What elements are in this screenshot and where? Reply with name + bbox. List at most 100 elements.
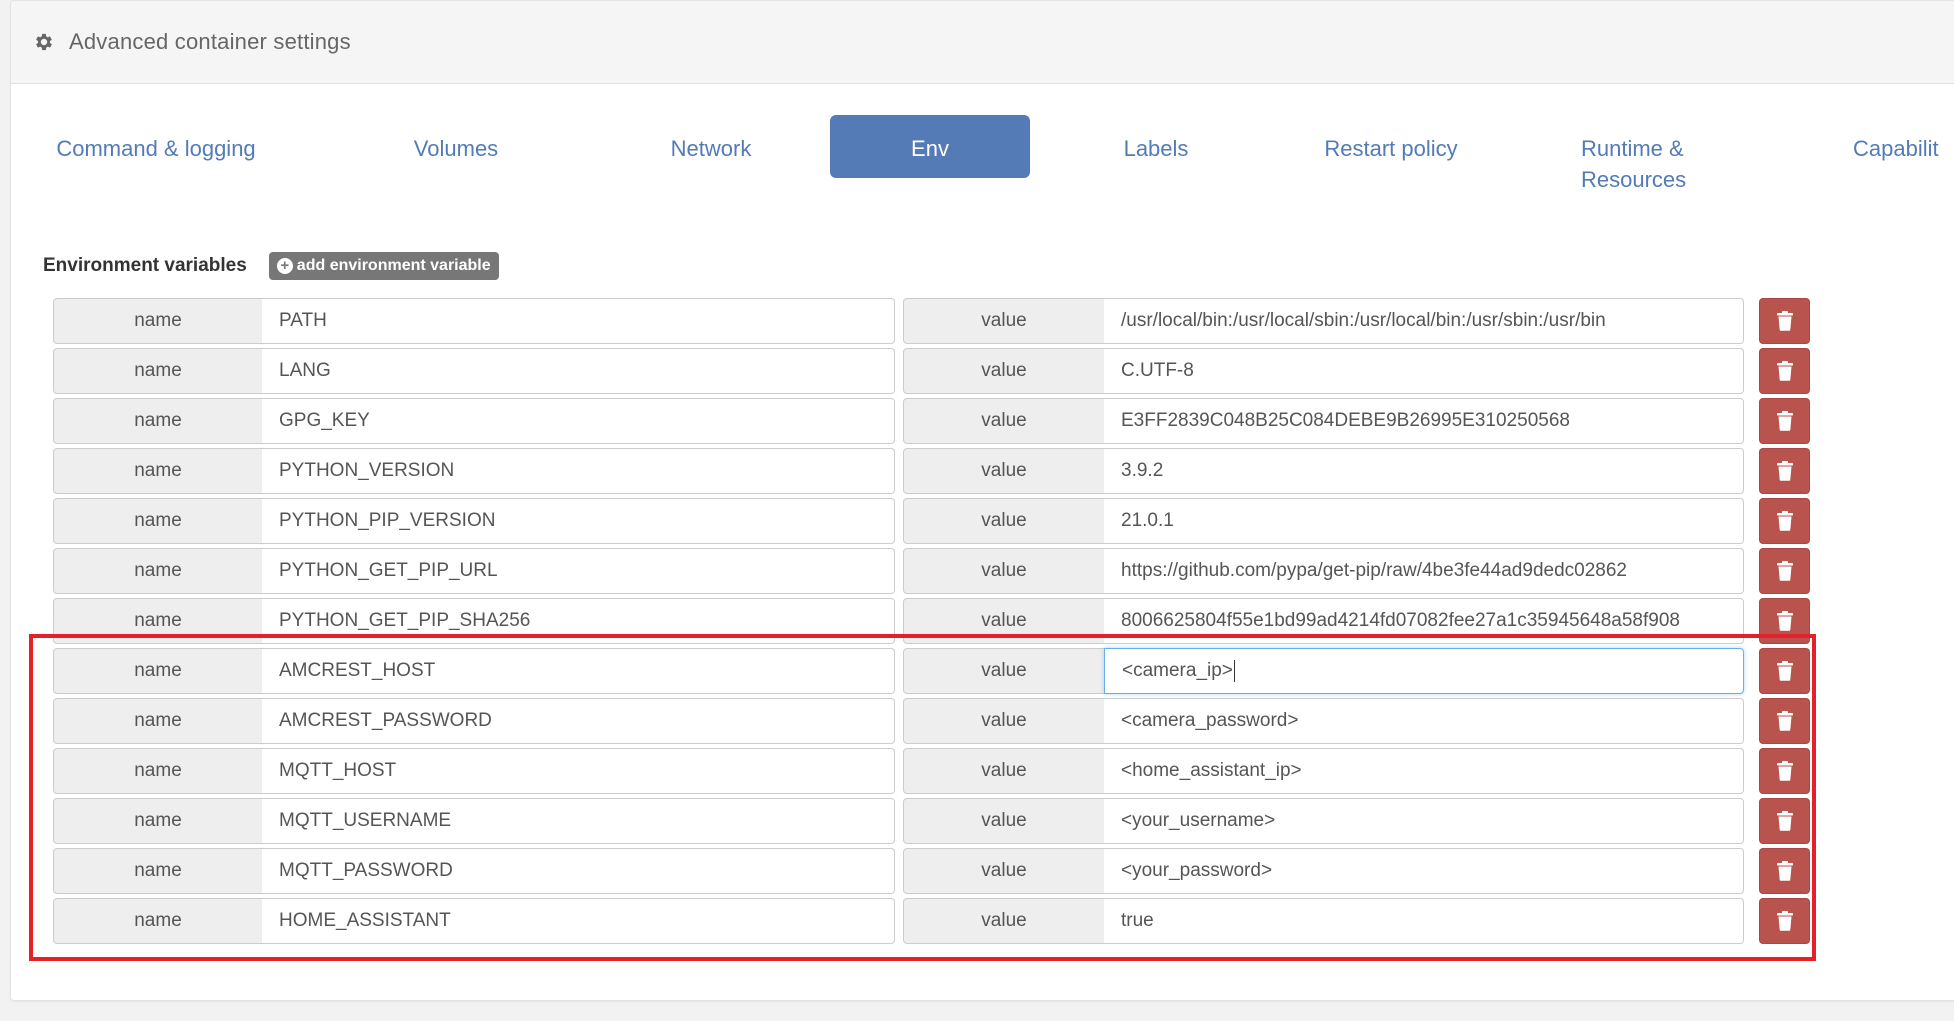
env-value-value: https://github.com/pypa/get-pip/raw/4be3… bbox=[1121, 560, 1627, 581]
env-value-input[interactable]: <home_assistant_ip> bbox=[1104, 748, 1744, 794]
panel-header[interactable]: Advanced container settings bbox=[11, 1, 1954, 84]
env-value-input[interactable]: <camera_ip> bbox=[1104, 648, 1744, 694]
tab-labels[interactable]: Labels bbox=[1091, 115, 1221, 178]
value-label: value bbox=[903, 448, 1105, 494]
name-label-text: name bbox=[134, 410, 182, 431]
name-label: name bbox=[53, 598, 263, 644]
name-label-text: name bbox=[134, 760, 182, 781]
tab-capabilities[interactable]: Capabilit bbox=[1853, 115, 1954, 178]
trash-icon bbox=[1776, 411, 1793, 431]
env-variable-row: name LANG value C.UTF-8 bbox=[43, 348, 1823, 394]
env-name-value: GPG_KEY bbox=[279, 410, 370, 431]
env-value-value: 21.0.1 bbox=[1121, 510, 1174, 531]
env-name-input[interactable]: HOME_ASSISTANT bbox=[262, 898, 895, 944]
name-label: name bbox=[53, 348, 263, 394]
env-value-value: <camera_ip> bbox=[1122, 660, 1233, 681]
trash-icon bbox=[1776, 811, 1793, 831]
name-label: name bbox=[53, 748, 263, 794]
env-name-input[interactable]: LANG bbox=[262, 348, 895, 394]
add-environment-variable-button[interactable]: + add environment variable bbox=[268, 252, 499, 280]
value-label: value bbox=[903, 748, 1105, 794]
add-button-label: add environment variable bbox=[296, 257, 491, 274]
value-label: value bbox=[903, 548, 1105, 594]
env-value-input[interactable]: <your_username> bbox=[1104, 798, 1744, 844]
env-name-input[interactable]: PATH bbox=[262, 298, 895, 344]
env-name-input[interactable]: PYTHON_GET_PIP_URL bbox=[262, 548, 895, 594]
trash-icon bbox=[1776, 611, 1793, 631]
env-value-input[interactable]: true bbox=[1104, 898, 1744, 944]
env-value-input[interactable]: <camera_password> bbox=[1104, 698, 1744, 744]
env-variable-row: name MQTT_HOST value <home_assistant_ip> bbox=[43, 748, 1823, 794]
trash-icon bbox=[1776, 661, 1793, 681]
env-value-input[interactable]: 8006625804f55e1bd99ad4214fd07082fee27a1c… bbox=[1104, 598, 1744, 644]
remove-variable-button[interactable] bbox=[1759, 648, 1810, 694]
remove-variable-button[interactable] bbox=[1759, 348, 1810, 394]
value-label: value bbox=[903, 598, 1105, 644]
name-label-text: name bbox=[134, 510, 182, 531]
env-variable-list: name PATH value /usr/local/bin:/usr/loca… bbox=[43, 298, 1823, 948]
tab-network[interactable]: Network bbox=[631, 115, 791, 178]
value-label: value bbox=[903, 398, 1105, 444]
env-name-input[interactable]: PYTHON_PIP_VERSION bbox=[262, 498, 895, 544]
name-label-text: name bbox=[134, 660, 182, 681]
env-name-value: MQTT_PASSWORD bbox=[279, 860, 453, 881]
env-value-input[interactable]: /usr/local/bin:/usr/local/sbin:/usr/loca… bbox=[1104, 298, 1744, 344]
trash-icon bbox=[1776, 861, 1793, 881]
env-value-input[interactable]: https://github.com/pypa/get-pip/raw/4be3… bbox=[1104, 548, 1744, 594]
tab-volumes[interactable]: Volumes bbox=[381, 115, 531, 178]
trash-icon bbox=[1776, 311, 1793, 331]
name-label: name bbox=[53, 648, 263, 694]
env-name-input[interactable]: AMCREST_HOST bbox=[262, 648, 895, 694]
name-label: name bbox=[53, 498, 263, 544]
value-label: value bbox=[903, 848, 1105, 894]
tab-runtime-resources[interactable]: Runtime & Resources bbox=[1581, 115, 1721, 192]
value-label-text: value bbox=[981, 360, 1027, 381]
trash-icon bbox=[1776, 461, 1793, 481]
remove-variable-button[interactable] bbox=[1759, 748, 1810, 794]
remove-variable-button[interactable] bbox=[1759, 398, 1810, 444]
remove-variable-button[interactable] bbox=[1759, 298, 1810, 344]
remove-variable-button[interactable] bbox=[1759, 698, 1810, 744]
value-label: value bbox=[903, 498, 1105, 544]
remove-variable-button[interactable] bbox=[1759, 598, 1810, 644]
remove-variable-button[interactable] bbox=[1759, 448, 1810, 494]
remove-variable-button[interactable] bbox=[1759, 498, 1810, 544]
env-name-input[interactable]: AMCREST_PASSWORD bbox=[262, 698, 895, 744]
tab-restart-policy[interactable]: Restart policy bbox=[1291, 115, 1491, 178]
env-value-value: C.UTF-8 bbox=[1121, 360, 1194, 381]
env-name-value: HOME_ASSISTANT bbox=[279, 910, 451, 931]
env-value-input[interactable]: 21.0.1 bbox=[1104, 498, 1744, 544]
env-variable-row: name PYTHON_GET_PIP_SHA256 value 8006625… bbox=[43, 598, 1823, 644]
name-label: name bbox=[53, 448, 263, 494]
env-name-input[interactable]: MQTT_HOST bbox=[262, 748, 895, 794]
env-value-input[interactable]: 3.9.2 bbox=[1104, 448, 1744, 494]
remove-variable-button[interactable] bbox=[1759, 798, 1810, 844]
env-name-input[interactable]: MQTT_USERNAME bbox=[262, 798, 895, 844]
remove-variable-button[interactable] bbox=[1759, 848, 1810, 894]
value-label-text: value bbox=[981, 510, 1027, 531]
env-variable-row: name PATH value /usr/local/bin:/usr/loca… bbox=[43, 298, 1823, 344]
env-section-title: Environment variables bbox=[43, 255, 247, 276]
panel-title: Advanced container settings bbox=[69, 29, 351, 54]
remove-variable-button[interactable] bbox=[1759, 898, 1810, 944]
env-name-input[interactable]: GPG_KEY bbox=[262, 398, 895, 444]
env-value-value: <home_assistant_ip> bbox=[1121, 760, 1302, 781]
env-name-input[interactable]: PYTHON_GET_PIP_SHA256 bbox=[262, 598, 895, 644]
name-label-text: name bbox=[134, 460, 182, 481]
tab-command-logging[interactable]: Command & logging bbox=[43, 115, 269, 178]
env-variable-row: name MQTT_USERNAME value <your_username> bbox=[43, 798, 1823, 844]
value-label-text: value bbox=[981, 710, 1027, 731]
env-name-input[interactable]: PYTHON_VERSION bbox=[262, 448, 895, 494]
value-label: value bbox=[903, 698, 1105, 744]
env-value-value: 8006625804f55e1bd99ad4214fd07082fee27a1c… bbox=[1121, 610, 1680, 631]
env-value-input[interactable]: C.UTF-8 bbox=[1104, 348, 1744, 394]
env-name-value: MQTT_HOST bbox=[279, 760, 397, 781]
env-value-input[interactable]: <your_password> bbox=[1104, 848, 1744, 894]
tab-env[interactable]: Env bbox=[830, 115, 1030, 178]
env-value-input[interactable]: E3FF2839C048B25C084DEBE9B26995E310250568 bbox=[1104, 398, 1744, 444]
env-name-input[interactable]: MQTT_PASSWORD bbox=[262, 848, 895, 894]
remove-variable-button[interactable] bbox=[1759, 548, 1810, 594]
env-name-value: PYTHON_VERSION bbox=[279, 460, 455, 481]
env-variable-row: name GPG_KEY value E3FF2839C048B25C084DE… bbox=[43, 398, 1823, 444]
value-label-text: value bbox=[981, 310, 1027, 331]
